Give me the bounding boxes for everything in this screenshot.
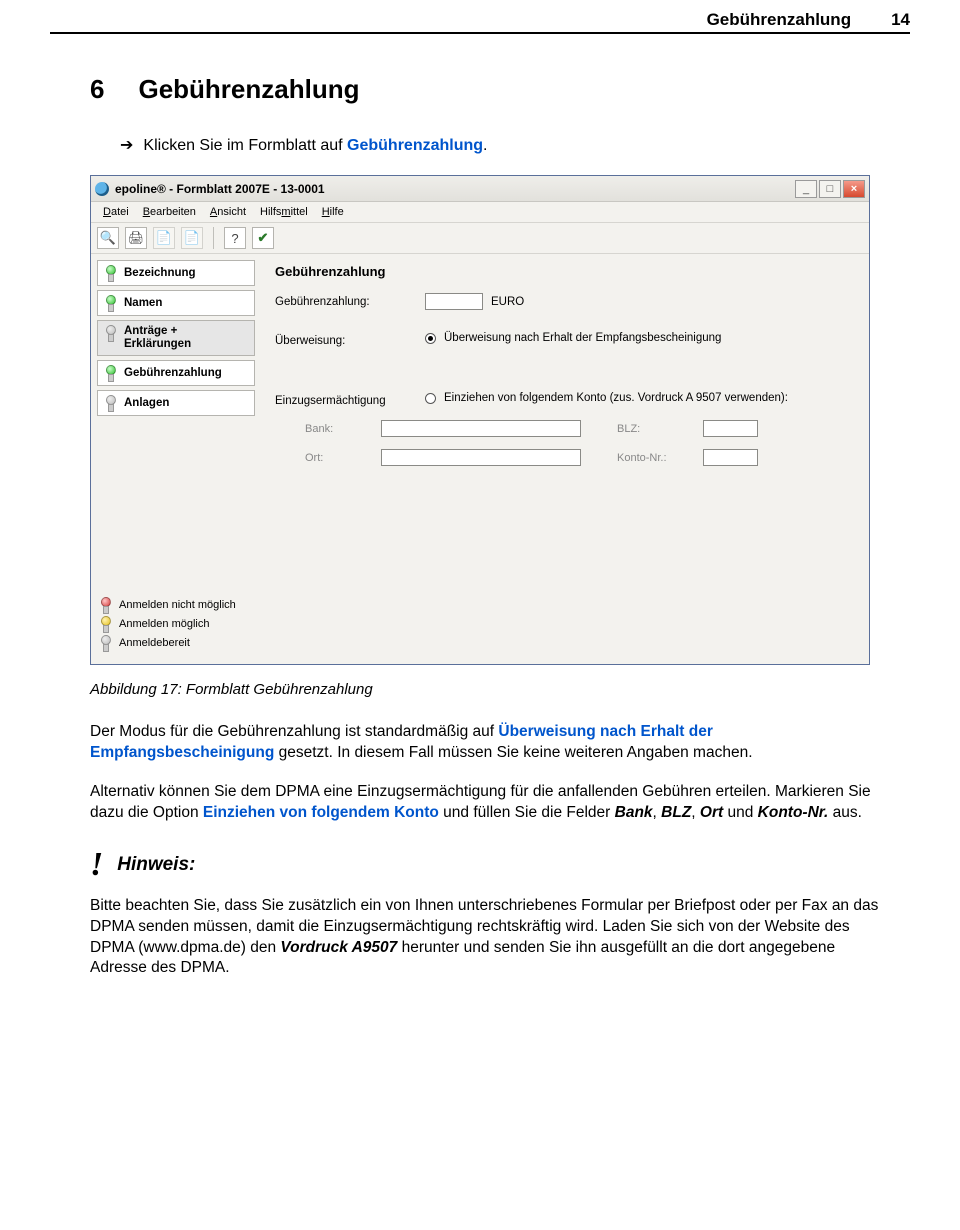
fee-input[interactable] — [425, 293, 483, 310]
vordruck-ref: Vordruck A9507 — [280, 939, 397, 956]
konto-input[interactable] — [703, 449, 758, 466]
close-button[interactable]: × — [843, 180, 865, 198]
app-window-screenshot: epoline® - Formblatt 2007E - 13-0001 _ □… — [90, 175, 870, 665]
sidebar-legend: Anmelden nicht möglich Anmelden möglich … — [97, 590, 255, 658]
debit-fields: Bank: BLZ: Ort: Konto-Nr.: — [305, 420, 855, 466]
status-bulb-icon — [99, 616, 111, 632]
section-number: 6 — [90, 74, 104, 105]
debit-option-label: Einziehen von folgendem Konto (zus. Vord… — [444, 392, 788, 404]
app-icon — [95, 182, 109, 196]
instruction-link: Gebührenzahlung — [347, 137, 483, 154]
field-ort: Ort — [700, 804, 723, 821]
header-page-number: 14 — [891, 10, 910, 30]
radio-debit[interactable] — [425, 393, 436, 404]
running-header: Gebührenzahlung 14 — [50, 0, 910, 34]
titlebar: epoline® - Formblatt 2007E - 13-0001 _ □… — [91, 176, 869, 202]
maximize-button[interactable]: □ — [819, 180, 841, 198]
status-bulb-icon — [104, 395, 116, 411]
section-title: Gebührenzahlung — [138, 74, 359, 105]
instruction-pre: Klicken Sie im Formblatt auf — [143, 137, 347, 154]
blz-label: BLZ: — [617, 423, 687, 435]
content-panel: Gebührenzahlung Gebührenzahlung: EURO Üb… — [261, 254, 869, 664]
sidebar-label: Bezeichnung — [124, 267, 196, 279]
menu-hilfsmittel[interactable]: Hilfsmittel — [254, 204, 314, 220]
toolbar-check-icon[interactable]: ✔ — [252, 227, 274, 249]
status-bulb-icon — [99, 635, 111, 651]
status-bulb-icon — [99, 597, 111, 613]
sidebar-label: Anlagen — [124, 397, 169, 409]
figure-caption: Abbildung 17: Formblatt Gebührenzahlung — [90, 681, 910, 698]
paragraph-2: Alternativ können Sie dem DPMA eine Einz… — [90, 782, 880, 824]
toolbar-preview-icon[interactable]: 🔍 — [97, 227, 119, 249]
sidebar-item-bezeichnung[interactable]: Bezeichnung — [97, 260, 255, 286]
sidebar-label: Gebührenzahlung — [124, 367, 222, 379]
ort-label: Ort: — [305, 452, 365, 464]
menubar: Datei Bearbeiten Ansicht Hilfsmittel Hil… — [91, 202, 869, 223]
window-title: epoline® - Formblatt 2007E - 13-0001 — [115, 182, 795, 196]
menu-bearbeiten[interactable]: Bearbeiten — [137, 204, 202, 220]
field-bank: Bank — [615, 804, 653, 821]
sidebar-item-namen[interactable]: Namen — [97, 290, 255, 316]
field-blz: BLZ — [661, 804, 691, 821]
konto-label: Konto-Nr.: — [617, 452, 687, 464]
sidebar-item-gebuehrenzahlung[interactable]: Gebührenzahlung — [97, 360, 255, 386]
radio-transfer[interactable] — [425, 333, 436, 344]
exclamation-icon: ! — [90, 846, 103, 884]
header-section-label: Gebührenzahlung — [707, 10, 852, 30]
note-heading: ! Hinweis: — [90, 846, 910, 884]
status-bulb-icon — [104, 295, 116, 311]
transfer-option-label: Überweisung nach Erhalt der Empfangsbesc… — [444, 332, 721, 344]
panel-heading: Gebührenzahlung — [275, 264, 855, 279]
sidebar-item-antraege[interactable]: Anträge + Erklärungen — [97, 320, 255, 356]
link-einziehen: Einziehen von folgendem Konto — [203, 804, 439, 821]
menu-hilfe[interactable]: Hilfe — [316, 204, 350, 220]
sidebar-item-anlagen[interactable]: Anlagen — [97, 390, 255, 416]
transfer-label: Überweisung: — [275, 335, 425, 347]
debit-label: Einzugsermächtigung — [275, 395, 425, 407]
instruction-post: . — [483, 137, 487, 154]
ort-input[interactable] — [381, 449, 581, 466]
minimize-button[interactable]: _ — [795, 180, 817, 198]
section-heading: 6 Gebührenzahlung — [90, 74, 910, 105]
blz-input[interactable] — [703, 420, 758, 437]
bank-label: Bank: — [305, 423, 365, 435]
menu-ansicht[interactable]: Ansicht — [204, 204, 252, 220]
toolbar-help-icon[interactable]: ? — [224, 227, 246, 249]
toolbar-doc1-icon[interactable]: 📄 — [153, 227, 175, 249]
sidebar-label: Anträge + Erklärungen — [124, 325, 191, 351]
toolbar: 🔍 🖨 📄 📄 ? ✔ — [91, 223, 869, 254]
note-label: Hinweis: — [117, 854, 195, 876]
status-bulb-icon — [104, 325, 116, 341]
paragraph-1: Der Modus für die Gebührenzahlung ist st… — [90, 722, 880, 764]
legend-grey: Anmeldebereit — [99, 635, 253, 651]
legend-yellow: Anmelden möglich — [99, 616, 253, 632]
paragraph-3: Bitte beachten Sie, dass Sie zusätzlich … — [90, 896, 880, 980]
fee-unit: EURO — [491, 296, 524, 308]
legend-red: Anmelden nicht möglich — [99, 597, 253, 613]
status-bulb-icon — [104, 365, 116, 381]
instruction-line: ➔ Klicken Sie im Formblatt auf Gebührenz… — [120, 135, 910, 155]
arrow-right-icon: ➔ — [120, 135, 133, 155]
field-konto: Konto-Nr. — [758, 804, 829, 821]
toolbar-separator — [213, 227, 214, 249]
sidebar: Bezeichnung Namen Anträge + Erklärungen … — [91, 254, 261, 664]
toolbar-print-icon[interactable]: 🖨 — [125, 227, 147, 249]
sidebar-label: Namen — [124, 297, 162, 309]
bank-input[interactable] — [381, 420, 581, 437]
toolbar-doc2-icon[interactable]: 📄 — [181, 227, 203, 249]
status-bulb-icon — [104, 265, 116, 281]
menu-datei[interactable]: Datei — [97, 204, 135, 220]
fee-label: Gebührenzahlung: — [275, 296, 425, 308]
